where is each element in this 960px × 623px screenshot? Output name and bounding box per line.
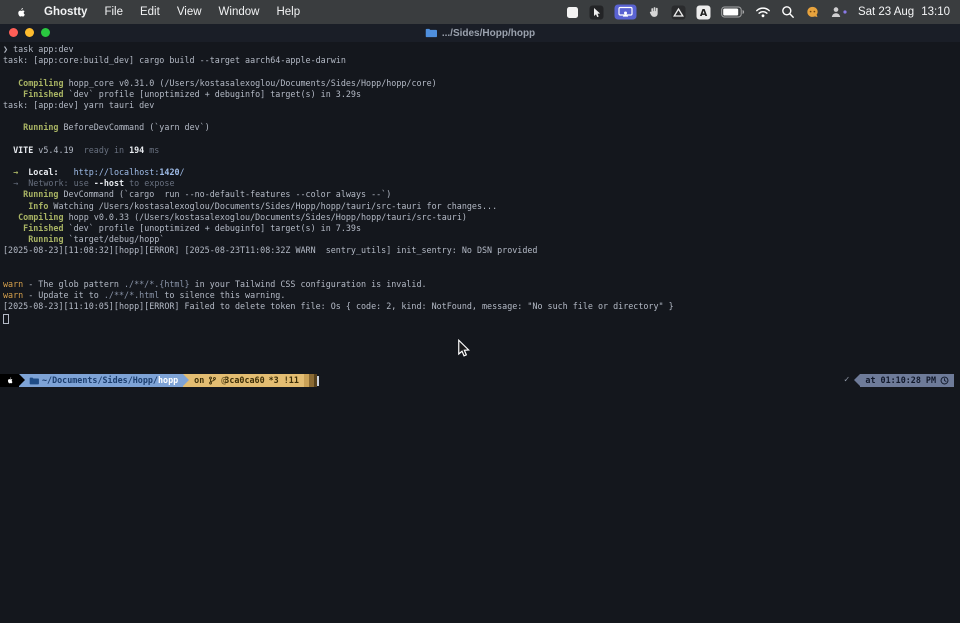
powerline-separator [19,374,25,387]
git-branch-icon [208,376,217,385]
terminal-line [3,268,960,279]
apple-menu-icon[interactable] [14,3,27,21]
terminal-line: → Network: use --host to expose [3,178,960,189]
terminal-line [3,111,960,122]
folder-icon [29,377,39,385]
triangle-app-icon[interactable] [671,3,686,21]
menu-bar-status-area: A Sat 23 Aug 13:10 [566,3,960,21]
cursor-app-icon[interactable] [589,3,604,21]
git-hash: @3ca0ca60 [221,374,264,387]
terminal-body[interactable]: ❯ task app:devtask: [app:core:build_dev]… [0,42,960,623]
terminal-line: → Local: http://localhost:1420/ [3,167,960,178]
shell-prompt-bar: ~/Documents/Sides/Hopp/hopp on @3ca0ca60… [0,374,317,387]
hollow-cursor [3,314,9,324]
terminal-line: ❯ task app:dev [3,44,960,55]
apple-icon [5,375,14,386]
menu-app-name[interactable]: Ghostty [44,6,87,18]
terminal-cursor [317,376,319,386]
git-status-counts: *3 !11 [269,374,299,387]
menubar-date[interactable]: Sat 23 Aug [858,6,914,18]
terminal-line: Finished `dev` profile [unoptimized + de… [3,89,960,100]
terminal-line [3,134,960,145]
window-titlebar[interactable]: .../Sides/Hopp/hopp [0,24,960,42]
menu-bar-left: Ghostty File Edit View Window Help [0,3,300,21]
terminal-line: task: [app:core:build_dev] cargo build -… [3,55,960,66]
mouse-pointer [457,339,470,358]
powerline-separator [183,374,189,387]
menu-bar: Ghostty File Edit View Window Help A [0,0,960,24]
terminal-line: [2025-08-23][11:08:32][hopp][ERROR] [202… [3,245,960,256]
menu-item-view[interactable]: View [177,6,202,18]
terminal-line [3,313,960,324]
menu-items: File Edit View Window Help [104,6,300,18]
prompt-path-segment: ~/Documents/Sides/Hopp/hopp [25,374,183,387]
terminal-line: Compiling hopp_core v0.31.0 (/Users/kost… [3,78,960,89]
close-button[interactable] [9,28,18,37]
prompt-time-segment: at 01:10:28 PM [860,374,954,387]
window-controls [9,28,50,37]
battery-icon[interactable] [721,3,745,21]
user-switch-icon[interactable] [830,3,848,21]
terminal-line: task: [app:dev] yarn tauri dev [3,100,960,111]
menu-item-file[interactable]: File [104,6,123,18]
hand-gesture-icon[interactable] [647,3,661,21]
exit-status-check: ✓ [844,374,849,387]
window-title-group: .../Sides/Hopp/hopp [425,28,535,39]
menu-item-edit[interactable]: Edit [140,6,160,18]
terminal-line: Running BeforeDevCommand (`yarn dev`) [3,122,960,133]
clock-icon [940,376,949,385]
prompt-right-status: ✓ at 01:10:28 PM [844,374,954,387]
terminal-line: VITE v5.4.19 ready in 194 ms [3,145,960,156]
prompt-time-label: at 01:10:28 PM [865,374,936,387]
git-on-label: on [194,374,204,387]
terminal-line: Finished `dev` profile [unoptimized + de… [3,223,960,234]
minimize-button[interactable] [25,28,34,37]
screen-mirroring-icon[interactable] [614,3,637,21]
display-icon[interactable] [566,3,579,21]
zoom-button[interactable] [41,28,50,37]
menu-item-help[interactable]: Help [276,6,300,18]
terminal-output: ❯ task app:devtask: [app:core:build_dev]… [0,42,960,324]
folder-icon [425,28,437,38]
wifi-icon[interactable] [755,3,771,21]
terminal-line: Compiling hopp v0.0.33 (/Users/kostasale… [3,212,960,223]
terminal-line: Running DevCommand (`cargo run --no-defa… [3,189,960,200]
window-title: .../Sides/Hopp/hopp [442,28,535,39]
svg-text:A: A [700,8,708,19]
terminal-line: Info Watching /Users/kostasalexoglou/Doc… [3,201,960,212]
terminal-line [3,66,960,77]
terminal-line [3,257,960,268]
input-source-icon[interactable]: A [696,3,711,21]
menubar-clock[interactable]: 13:10 [921,6,950,18]
menu-item-window[interactable]: Window [219,6,260,18]
spotlight-icon[interactable] [781,3,795,21]
terminal-line: warn - The glob pattern ./**/*.{html} in… [3,279,960,290]
terminal-line: [2025-08-23][11:10:05][hopp][ERROR] Fail… [3,301,960,312]
prompt-os-segment [0,374,19,387]
prompt-path: ~/Documents/Sides/Hopp/hopp [42,374,178,387]
terminal-line [3,156,960,167]
terminal-line: warn - Update it to ./**/*.html to silen… [3,290,960,301]
terminal-line: Running `target/debug/hopp` [3,234,960,245]
orange-app-icon[interactable] [805,3,820,21]
prompt-git-segment: on @3ca0ca60 *3 !11 [189,374,304,387]
